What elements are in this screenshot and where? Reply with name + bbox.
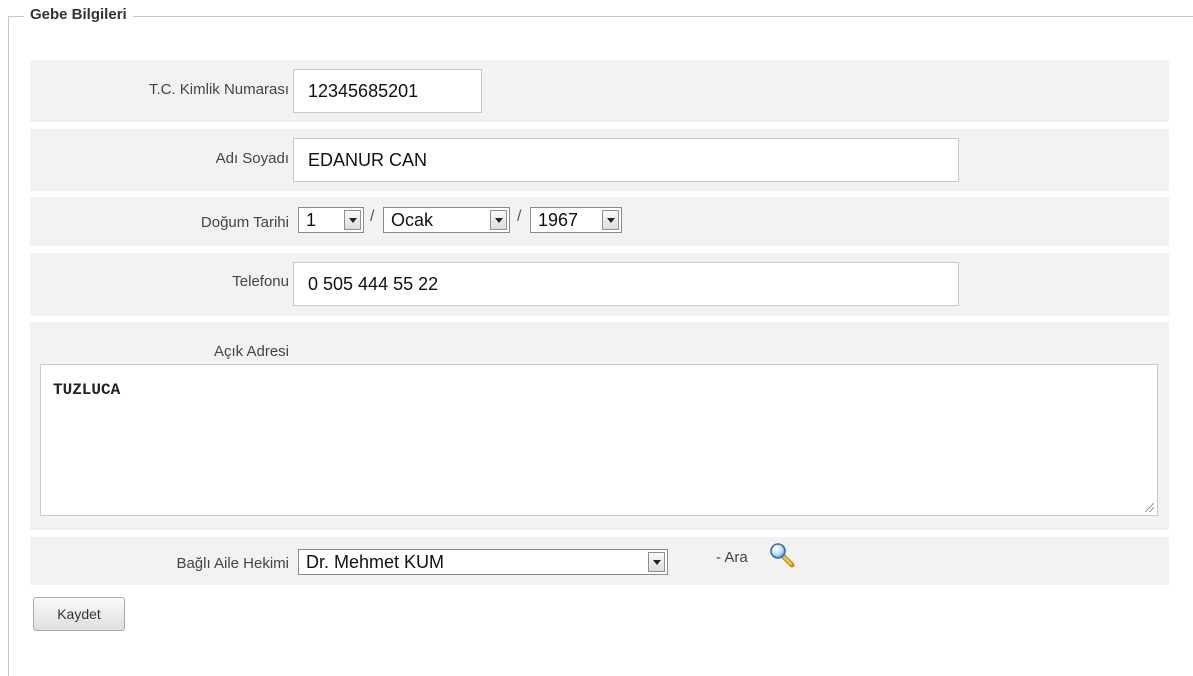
date-separator: / (517, 208, 522, 225)
doctor-select[interactable]: Dr. Mehmet KUM (298, 549, 668, 575)
dob-row: Doğum Tarihi 1 / Ocak / 1967 (30, 197, 1169, 246)
date-separator: / (370, 208, 375, 225)
chevron-down-icon[interactable] (490, 210, 507, 230)
address-textarea[interactable]: TUZLUCA (40, 364, 1158, 516)
chevron-down-icon[interactable] (648, 552, 665, 572)
doctor-label: Bağlı Aile Hekimi (176, 555, 289, 572)
save-button[interactable]: Kaydet (33, 597, 125, 631)
dob-label: Doğum Tarihi (200, 214, 289, 231)
tc-row: T.C. Kimlik Numarası 12345685201 (30, 60, 1169, 122)
magnifier-icon[interactable] (769, 542, 795, 568)
tc-label: T.C. Kimlik Numarası (148, 81, 289, 98)
name-input[interactable]: EDANUR CAN (293, 138, 959, 182)
search-doctor-link[interactable]: - Ara (716, 549, 748, 566)
dob-month-select[interactable]: Ocak (383, 207, 510, 233)
dob-day-value: 1 (306, 210, 317, 230)
address-row: Açık Adresi TUZLUCA (30, 322, 1169, 530)
phone-row: Telefonu 0 505 444 55 22 (30, 253, 1169, 316)
fieldset-legend: Gebe Bilgileri (24, 6, 133, 23)
tc-input[interactable]: 12345685201 (293, 69, 482, 113)
name-label: Adı Soyadı (215, 150, 289, 167)
resize-grip-icon[interactable] (1145, 503, 1154, 512)
dob-day-select[interactable]: 1 (298, 207, 364, 233)
chevron-down-icon[interactable] (602, 210, 619, 230)
phone-label: Telefonu (232, 273, 289, 290)
dob-year-select[interactable]: 1967 (530, 207, 622, 233)
phone-input[interactable]: 0 505 444 55 22 (293, 262, 959, 306)
doctor-value: Dr. Mehmet KUM (306, 552, 445, 572)
dob-month-value: Ocak (391, 210, 434, 230)
name-row: Adı Soyadı EDANUR CAN (30, 129, 1169, 191)
address-value: TUZLUCA (53, 381, 121, 399)
address-label: Açık Adresi (213, 343, 289, 360)
doctor-row: Bağlı Aile Hekimi Dr. Mehmet KUM - Ara (30, 537, 1169, 585)
dob-year-value: 1967 (538, 210, 579, 230)
chevron-down-icon[interactable] (344, 210, 361, 230)
